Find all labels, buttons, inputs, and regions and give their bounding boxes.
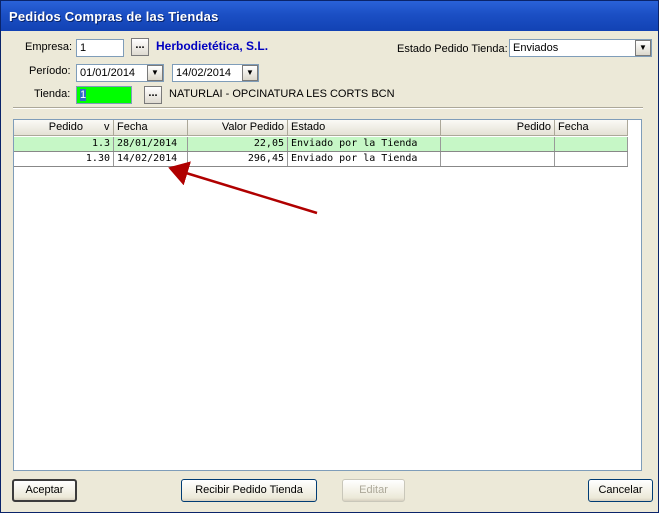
editar-button: Editar (342, 479, 405, 502)
recibir-pedido-button[interactable]: Recibir Pedido Tienda (181, 479, 317, 502)
cancelar-button[interactable]: Cancelar (588, 479, 653, 502)
aceptar-button[interactable]: Aceptar (12, 479, 77, 502)
dialog-window: Pedidos Compras de las Tiendas Empresa: … (0, 0, 659, 513)
annotation-arrow (168, 161, 318, 215)
